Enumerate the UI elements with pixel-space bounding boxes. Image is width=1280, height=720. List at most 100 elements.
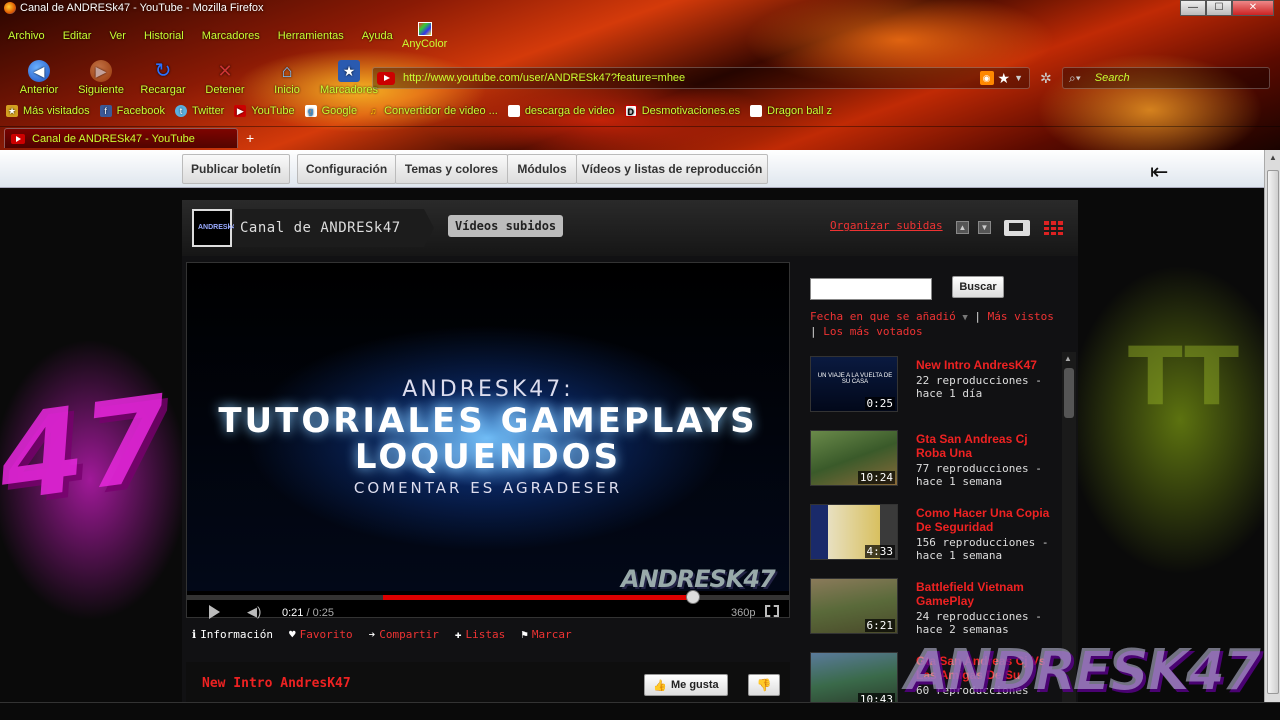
menu-marcadores[interactable]: Marcadores	[202, 30, 260, 42]
reload-button[interactable]: ↻ Recargar	[132, 60, 194, 96]
url-text[interactable]: http://www.youtube.com/user/ANDRESk47?fe…	[403, 72, 980, 84]
bookmark-mas-visitados[interactable]: ★ Más visitados	[6, 105, 90, 117]
video-thumbnail[interactable]: 4:33	[810, 504, 898, 560]
menu-historial[interactable]: Historial	[144, 30, 184, 42]
bookmark-youtube[interactable]: ▶ YouTube	[234, 105, 295, 117]
collapse-toolbar-icon[interactable]: ⇤	[1150, 159, 1180, 187]
list-item[interactable]: 4:33 Como Hacer Una Copia De Seguridad 1…	[810, 504, 1060, 566]
tab-youtube-channel[interactable]: Canal de ANDRESk47 - YouTube	[4, 128, 238, 148]
tab-compartir[interactable]: ➔ Compartir	[369, 628, 439, 641]
video-duration: 10:43	[857, 693, 895, 702]
page-scroll-thumb[interactable]	[1267, 170, 1279, 694]
quality-selector[interactable]: 360p	[731, 607, 755, 619]
move-down-icon[interactable]: ▼	[978, 221, 991, 234]
search-engine-icon[interactable]: ⌕▾	[1069, 71, 1081, 86]
settings-button[interactable]: Configuración	[297, 154, 396, 184]
video-item-views: 24 reproducciones -	[916, 610, 1042, 623]
channel-avatar[interactable]: ANDRESk47	[192, 209, 239, 247]
video-item-title[interactable]: Como Hacer Una Copia De Seguridad	[916, 506, 1056, 534]
scroll-thumb[interactable]	[1064, 368, 1074, 418]
video-text-line-3: LOQUENDOS	[354, 437, 622, 477]
back-button[interactable]: ◀ Anterior	[8, 60, 70, 96]
organize-uploads-link[interactable]: Organizar subidas	[830, 219, 943, 232]
scroll-up-icon[interactable]: ▲	[1064, 354, 1072, 363]
url-bar[interactable]: http://www.youtube.com/user/ANDRESk47?fe…	[372, 67, 1030, 89]
bookmark-desmotivaciones[interactable]: D Desmotivaciones.es	[624, 105, 740, 117]
list-item[interactable]: 6:21 Battlefield Vietnam GamePlay 24 rep…	[810, 578, 1060, 640]
publish-bulletin-button[interactable]: Publicar boletín	[182, 154, 290, 184]
fullscreen-icon[interactable]	[765, 605, 779, 617]
sort-date-link[interactable]: Fecha en que se añadió	[810, 310, 956, 323]
video-watermark: ANDRESK47	[621, 565, 776, 591]
volume-icon[interactable]: ◀)	[247, 604, 261, 620]
video-thumbnail[interactable]: 10:24	[810, 430, 898, 486]
bookmark-dragonball[interactable]: Dragon ball z	[750, 105, 832, 117]
channel-name[interactable]: Canal de ANDRESk47	[234, 209, 424, 247]
video-thumbnail[interactable]: UN VIAJE A LA VUELTA DE SU CASA 0:25	[810, 356, 898, 412]
channel-name-arrow	[424, 209, 434, 247]
video-title: New Intro AndresK47	[202, 676, 351, 691]
bookmark-descarga[interactable]: descarga de video	[507, 105, 615, 117]
tab-listas[interactable]: ✚ Listas	[455, 628, 505, 641]
menu-ver[interactable]: Ver	[109, 30, 126, 42]
forward-button[interactable]: ▶ Siguiente	[70, 60, 132, 96]
bookmark-facebook[interactable]: f Facebook	[99, 105, 165, 117]
tab-informacion[interactable]: ℹ Información	[192, 628, 273, 641]
video-player[interactable]: ANDRESK47: TUTORIALES GAMEPLAYS LOQUENDO…	[186, 262, 790, 620]
uploaded-videos-pill[interactable]: Vídeos subidos	[448, 215, 564, 237]
themes-colors-button[interactable]: Temas y colores	[395, 154, 508, 184]
sort-options: Fecha en que se añadió ▼ | Más vistos | …	[810, 310, 1078, 339]
bookmark-google[interactable]: g Google	[304, 105, 357, 117]
list-item[interactable]: 10:24 Gta San Andreas Cj Roba Una 77 rep…	[810, 430, 1060, 492]
home-button[interactable]: ⌂ Inicio	[256, 60, 318, 96]
play-icon[interactable]	[209, 605, 220, 619]
video-frame[interactable]: ANDRESK47: TUTORIALES GAMEPLAYS LOQUENDO…	[187, 263, 789, 591]
page-scrollbar[interactable]: ▲	[1264, 150, 1280, 702]
video-item-title[interactable]: Gta San Andreas Cj Roba Una	[916, 432, 1056, 460]
video-item-title[interactable]: New Intro AndresK47	[916, 358, 1056, 372]
maximize-button[interactable]: ☐	[1206, 0, 1232, 16]
video-thumbnail[interactable]: 10:43	[810, 652, 898, 702]
channel-search-button[interactable]: Buscar	[952, 276, 1004, 298]
video-thumbnail[interactable]: 6:21	[810, 578, 898, 634]
web-search-input[interactable]: ⌕▾ Search	[1062, 67, 1270, 89]
video-info-box: New Intro AndresK47 👍 Me gusta 👎	[186, 662, 790, 702]
dislike-button[interactable]: 👎	[748, 674, 780, 696]
scroll-up-icon[interactable]: ▲	[1269, 153, 1277, 162]
bookmark-twitter[interactable]: t Twitter	[174, 105, 224, 117]
move-up-icon[interactable]: ▲	[956, 221, 969, 234]
sort-views-link[interactable]: Más vistos	[988, 310, 1054, 323]
menu-archivo[interactable]: Archivo	[8, 30, 45, 42]
rss-feed-icon[interactable]: ◉	[979, 71, 994, 85]
video-item-title[interactable]: Battlefield Vietnam GamePlay	[916, 580, 1056, 608]
channel-search-input[interactable]	[810, 278, 932, 300]
new-tab-button[interactable]: +	[246, 130, 254, 146]
gear-icon[interactable]: ✲	[1040, 70, 1052, 87]
list-item[interactable]: UN VIAJE A LA VUELTA DE SU CASA 0:25 New…	[810, 356, 1060, 418]
bookmark-label: Más visitados	[23, 105, 90, 117]
modules-button[interactable]: Módulos	[507, 154, 577, 184]
menu-editar[interactable]: Editar	[63, 30, 92, 42]
anycolor-button[interactable]: AnyColor	[402, 22, 447, 50]
videos-playlists-button[interactable]: Vídeos y listas de reproducción	[576, 154, 768, 184]
tab-marcar[interactable]: ⚑ Marcar	[521, 628, 571, 641]
close-button[interactable]: ✕	[1232, 0, 1274, 16]
url-dropdown-chevron-icon[interactable]: ▼	[1014, 73, 1023, 83]
player-view-icon[interactable]	[1004, 220, 1030, 236]
bookmark-label: Dragon ball z	[767, 105, 832, 117]
menu-herramientas[interactable]: Herramientas	[278, 30, 344, 42]
minimize-button[interactable]: —	[1180, 0, 1206, 16]
progress-bar[interactable]	[187, 590, 789, 604]
bookmark-page-star-icon[interactable]: ★	[998, 70, 1011, 87]
bookmarks-toolbar: ★ Más visitados f Facebook t Twitter ▶ YouTu…	[6, 105, 842, 117]
like-button[interactable]: 👍 Me gusta	[644, 674, 728, 696]
bookmark-convertidor[interactable]: ♫ Convertidor de video ...	[367, 105, 498, 117]
stop-button[interactable]: ✕ Detener	[194, 60, 256, 96]
menu-ayuda[interactable]: Ayuda	[362, 30, 393, 42]
sort-rated-link[interactable]: Los más votados	[823, 325, 922, 338]
duration: / 0:25	[306, 607, 335, 619]
bookmark-label: Facebook	[116, 105, 165, 117]
bookmarks-button[interactable]: ★ Marcadores	[318, 60, 380, 96]
grid-view-icon[interactable]	[1044, 221, 1064, 235]
tab-favorito[interactable]: ♥ Favorito	[289, 628, 353, 641]
